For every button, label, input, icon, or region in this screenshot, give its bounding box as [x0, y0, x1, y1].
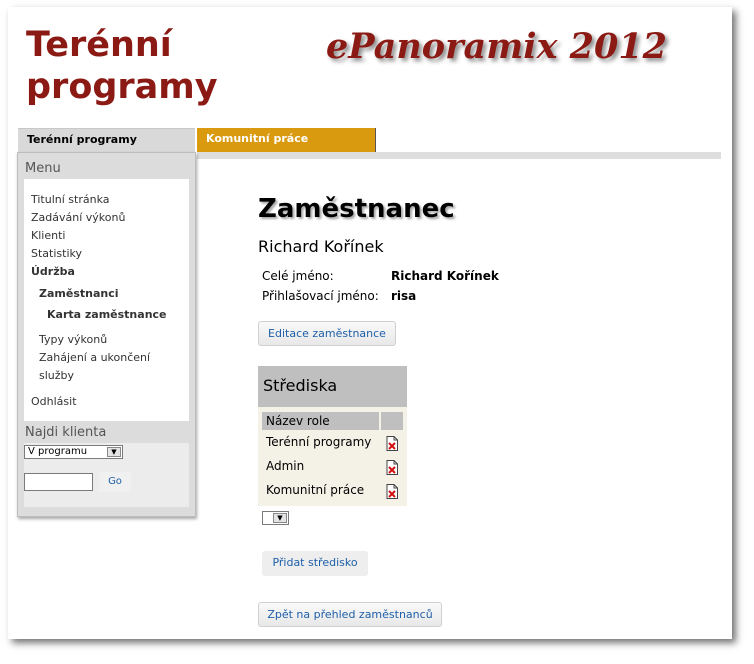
tab-komunitni-prace[interactable]: Komunitní práce — [197, 128, 376, 152]
program-select[interactable]: V programu ▼ — [24, 445, 123, 459]
program-select-value: V programu — [28, 446, 88, 457]
role-row-admin: Admin — [266, 459, 305, 473]
client-search-input[interactable] — [24, 473, 93, 491]
menu-heading: Menu — [25, 161, 61, 176]
menu-item-zamestnanci[interactable]: Zaměstnanci — [39, 287, 119, 300]
delete-icon[interactable] — [386, 484, 398, 499]
chevron-down-icon: ▼ — [273, 513, 287, 523]
delete-icon[interactable] — [386, 436, 398, 451]
brand-logo-text: ePanoramix 2012 — [326, 26, 668, 67]
client-search-box: V programu ▼ Go — [24, 443, 189, 507]
site-title-line1: Terénní — [26, 25, 172, 65]
field-value-login: risa — [391, 289, 417, 303]
menu-item-udrzba[interactable]: Údržba — [31, 265, 75, 278]
center-select[interactable]: ▼ — [262, 511, 289, 525]
menu-item-zahajeni-ukonceni[interactable]: Zahájení a ukončení — [39, 351, 150, 364]
menu-item-karta-zamestnance[interactable]: Karta zaměstnance — [47, 308, 167, 321]
employee-name: Richard Kořínek — [258, 237, 384, 256]
role-row-komunitni-prace: Komunitní práce — [266, 483, 365, 497]
menu-list: Titulní stránka Zadávání výkonů Klienti … — [24, 179, 189, 421]
page-title: Zaměstnanec — [258, 194, 455, 224]
tab-terenni-programy[interactable]: Terénní programy — [18, 128, 195, 152]
site-title: Terénní programy — [26, 24, 218, 108]
tab-strip — [197, 152, 721, 159]
field-label-full-name: Celé jméno: — [262, 269, 334, 283]
add-center-button[interactable]: Přidat středisko — [262, 551, 368, 576]
centers-heading: Střediska — [258, 366, 407, 407]
chevron-down-icon: ▼ — [107, 447, 121, 457]
field-value-full-name: Richard Kořínek — [391, 269, 499, 283]
site-title-line2: programy — [26, 67, 218, 107]
go-button[interactable]: Go — [99, 472, 131, 492]
column-header-role: Název role — [262, 412, 379, 430]
menu-item-zahajeni-ukonceni-cont[interactable]: služby — [39, 369, 74, 382]
menu-item-statistiky[interactable]: Statistiky — [31, 247, 82, 260]
search-heading: Najdi klienta — [25, 425, 107, 440]
menu-item-klienti[interactable]: Klienti — [31, 229, 65, 242]
field-label-login: Přihlašovací jméno: — [262, 289, 379, 303]
role-row-terenni-programy: Terénní programy — [266, 435, 372, 449]
menu-item-odhlasit[interactable]: Odhlásit — [31, 395, 77, 408]
delete-icon[interactable] — [386, 460, 398, 475]
sidebar: Menu Titulní stránka Zadávání výkonů Kli… — [17, 152, 196, 517]
column-header-actions — [381, 412, 403, 430]
edit-employee-button[interactable]: Editace zaměstnance — [258, 321, 396, 346]
back-to-employees-button[interactable]: Zpět na přehled zaměstnanců — [258, 602, 442, 627]
menu-item-zadavani-vykonu[interactable]: Zadávání výkonů — [31, 211, 125, 224]
menu-item-typy-vykonu[interactable]: Typy výkonů — [39, 333, 107, 346]
menu-item-titulni-stranka[interactable]: Titulní stránka — [31, 193, 110, 206]
